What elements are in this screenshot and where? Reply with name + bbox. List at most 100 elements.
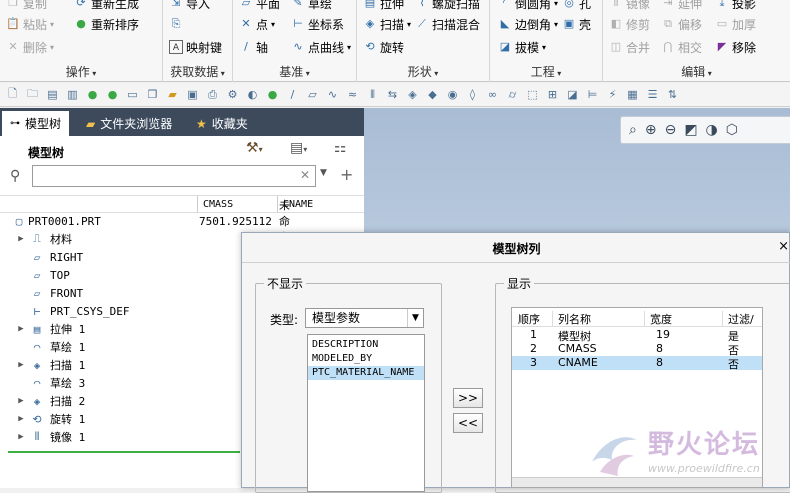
round-button[interactable]: ◜ 倒圆角 ▾ xyxy=(498,0,558,12)
line-icon[interactable]: / xyxy=(284,86,301,103)
table-icon[interactable]: ▦ xyxy=(624,86,641,103)
refit-icon[interactable]: ⌕ xyxy=(629,122,637,138)
swept-blend-button[interactable]: ⟋ 扫描混合 xyxy=(415,15,480,33)
mirror-button[interactable]: ⫴ 镜像 xyxy=(609,0,650,12)
expand-icon[interactable]: ▶ xyxy=(14,396,28,406)
add-filter-icon[interactable]: + xyxy=(340,165,353,184)
mirror-tb-icon[interactable]: ⫴ xyxy=(364,86,381,103)
anno-icon[interactable]: ⚡ xyxy=(604,86,621,103)
new-icon[interactable]: 🗋 xyxy=(4,86,21,103)
draft-tb-icon[interactable]: ◪ xyxy=(564,86,581,103)
tree-item[interactable]: ⊢ PRT_CSYS_DEF xyxy=(0,302,130,320)
clear-search-icon[interactable]: ✕ xyxy=(300,168,310,182)
print-icon[interactable]: ⎙ xyxy=(204,86,221,103)
expand-icon[interactable]: ▶ xyxy=(14,324,28,334)
tree-item[interactable]: ▶ ◈ 扫描 2 xyxy=(0,392,85,410)
shape3-icon[interactable]: ◉ xyxy=(444,86,461,103)
hole-button[interactable]: ◎ 孔 xyxy=(562,0,591,12)
copy-window-icon[interactable]: ❐ xyxy=(144,86,161,103)
cylinder-icon[interactable]: ⌭ xyxy=(504,86,521,103)
tree-item[interactable]: ◠ 草绘 1 xyxy=(0,338,86,356)
group-label-engineering[interactable]: 工程 xyxy=(490,63,602,80)
table-row[interactable]: 2 CMASS 8 否 xyxy=(512,342,762,357)
param-item[interactable]: MODELED_BY xyxy=(308,352,424,366)
expand-icon[interactable]: ▶ xyxy=(14,432,28,442)
draft-button[interactable]: ◪ 拔模 ▾ xyxy=(498,38,546,56)
close-icon[interactable]: × xyxy=(778,239,789,254)
group-label-edit[interactable]: 编辑 xyxy=(603,63,790,80)
open-icon[interactable]: 🗀 xyxy=(24,86,41,103)
tree-item[interactable]: ▱ RIGHT xyxy=(0,248,83,266)
parallelogram-icon[interactable]: ▱ xyxy=(304,86,321,103)
revolve-button[interactable]: ⟲ 旋转 xyxy=(363,38,404,56)
tree-item[interactable]: ▶ ⫴ 镜像 1 xyxy=(0,428,85,446)
regen-green-icon[interactable]: ● xyxy=(84,86,101,103)
tree-item[interactable]: ▶ ⟲ 旋转 1 xyxy=(0,410,85,428)
regenerate-button[interactable]: ⟳ 重新生成 xyxy=(74,0,139,12)
window-icon[interactable]: ▭ xyxy=(124,86,141,103)
tree-item[interactable]: ◠ 草绘 3 xyxy=(0,374,86,392)
shell-button[interactable]: ▣ 壳 xyxy=(562,15,591,33)
expand-icon[interactable]: ▶ xyxy=(14,414,28,424)
delete-button[interactable]: ✕ 删除 ▾ xyxy=(6,38,54,56)
paste-button[interactable]: 📋 粘贴 ▾ xyxy=(6,15,54,33)
arrows-icon[interactable]: ⇆ xyxy=(384,86,401,103)
expand-icon[interactable]: ▶ xyxy=(14,360,28,370)
wave-icon[interactable]: ∿ xyxy=(324,86,341,103)
tree-item[interactable]: ▱ FRONT xyxy=(0,284,83,302)
remove-column-button[interactable]: << xyxy=(453,413,483,433)
disk-icon[interactable]: ▣ xyxy=(184,86,201,103)
group-label-shapes[interactable]: 形状 xyxy=(357,63,489,80)
regen-green2-icon[interactable]: ● xyxy=(104,86,121,103)
tree-item[interactable]: ▶ ⎍ 材料 xyxy=(0,230,72,248)
tab-favorites[interactable]: ★ 收藏夹 xyxy=(188,111,256,136)
tree-root[interactable]: ▢ PRT0001.PRT 7501.925112 未命名 xyxy=(0,199,290,244)
shape2-icon[interactable]: ◆ xyxy=(424,86,441,103)
spring-icon[interactable]: ∞ xyxy=(484,86,501,103)
chamfer-button[interactable]: ◣ 边倒角 ▾ xyxy=(498,15,558,33)
tree-item[interactable]: ▶ ▤ 拉伸 1 xyxy=(0,320,85,338)
tree-item[interactable]: ▱ TOP xyxy=(0,266,70,284)
merge-button[interactable]: ◫ 合并 xyxy=(609,38,650,56)
param-item[interactable]: DESCRIPTION xyxy=(308,338,424,352)
tab-model-tree[interactable]: ⊶ 模型树 xyxy=(2,111,70,136)
tree-settings-icon[interactable]: ⚒▾ xyxy=(246,140,263,156)
extend-button[interactable]: ⇥ 延伸 xyxy=(661,0,702,12)
csys-button[interactable]: ⊢ 坐标系 xyxy=(291,15,344,33)
copy-button[interactable]: ❐ 复制 xyxy=(6,0,47,12)
group-label-datum[interactable]: 基准 xyxy=(233,63,356,80)
repaint-icon[interactable]: ◩ xyxy=(684,122,697,138)
type-select[interactable]: 模型参数 ▼ xyxy=(305,308,424,328)
trim-button[interactable]: ◧ 修剪 xyxy=(609,15,650,33)
expand-icon[interactable]: ▶ xyxy=(14,234,28,244)
surface-icon[interactable]: ≈ xyxy=(344,86,361,103)
pattern-icon[interactable]: ⬚ xyxy=(524,86,541,103)
search-dropdown-icon[interactable]: ▼ xyxy=(320,168,327,178)
extrude-button[interactable]: ▤ 拉伸 xyxy=(363,0,404,12)
orient-icon[interactable]: ◑ xyxy=(706,122,718,138)
remove-button[interactable]: ◤ 移除 xyxy=(715,38,756,56)
sort-icon[interactable]: ⇅ xyxy=(664,86,681,103)
column-cmass[interactable]: CMASS xyxy=(197,196,233,213)
lines-icon[interactable]: ☰ xyxy=(644,86,661,103)
zoom-out-icon[interactable]: ⊖ xyxy=(665,122,677,138)
table-row[interactable]: 1 模型树 19 是 xyxy=(512,328,762,343)
plane-button[interactable]: ▱ 平面 xyxy=(239,0,280,12)
helical-sweep-button[interactable]: ⌇ 螺旋扫描 xyxy=(415,0,480,12)
display-style-icon[interactable]: ⬡ xyxy=(726,122,738,138)
tab-folder-browser[interactable]: ▰ 文件夹浏览器 xyxy=(78,111,180,136)
curve-button[interactable]: ∿ 点曲线 ▾ xyxy=(291,38,351,56)
offset-button[interactable]: ⧉ 偏移 xyxy=(661,15,702,33)
grid-icon[interactable]: ⊞ xyxy=(544,86,561,103)
tree-icon[interactable]: ⚙ xyxy=(224,86,241,103)
point-button[interactable]: ✕ 点 ▾ xyxy=(239,15,275,33)
group-label-operations[interactable]: 操作 xyxy=(0,63,162,80)
circle-icon[interactable]: ◐ xyxy=(244,86,261,103)
import-button[interactable]: ⇲ 导入 xyxy=(169,0,210,12)
search-input[interactable]: ✕ xyxy=(32,165,316,187)
sweep-button[interactable]: ◈ 扫描 ▾ xyxy=(363,15,411,33)
folder-icon[interactable]: ▰ xyxy=(164,86,181,103)
layer-icon[interactable]: ▤ xyxy=(44,86,61,103)
reorder-button[interactable]: ● 重新排序 xyxy=(74,15,139,33)
save-icon[interactable]: ▥ xyxy=(64,86,81,103)
